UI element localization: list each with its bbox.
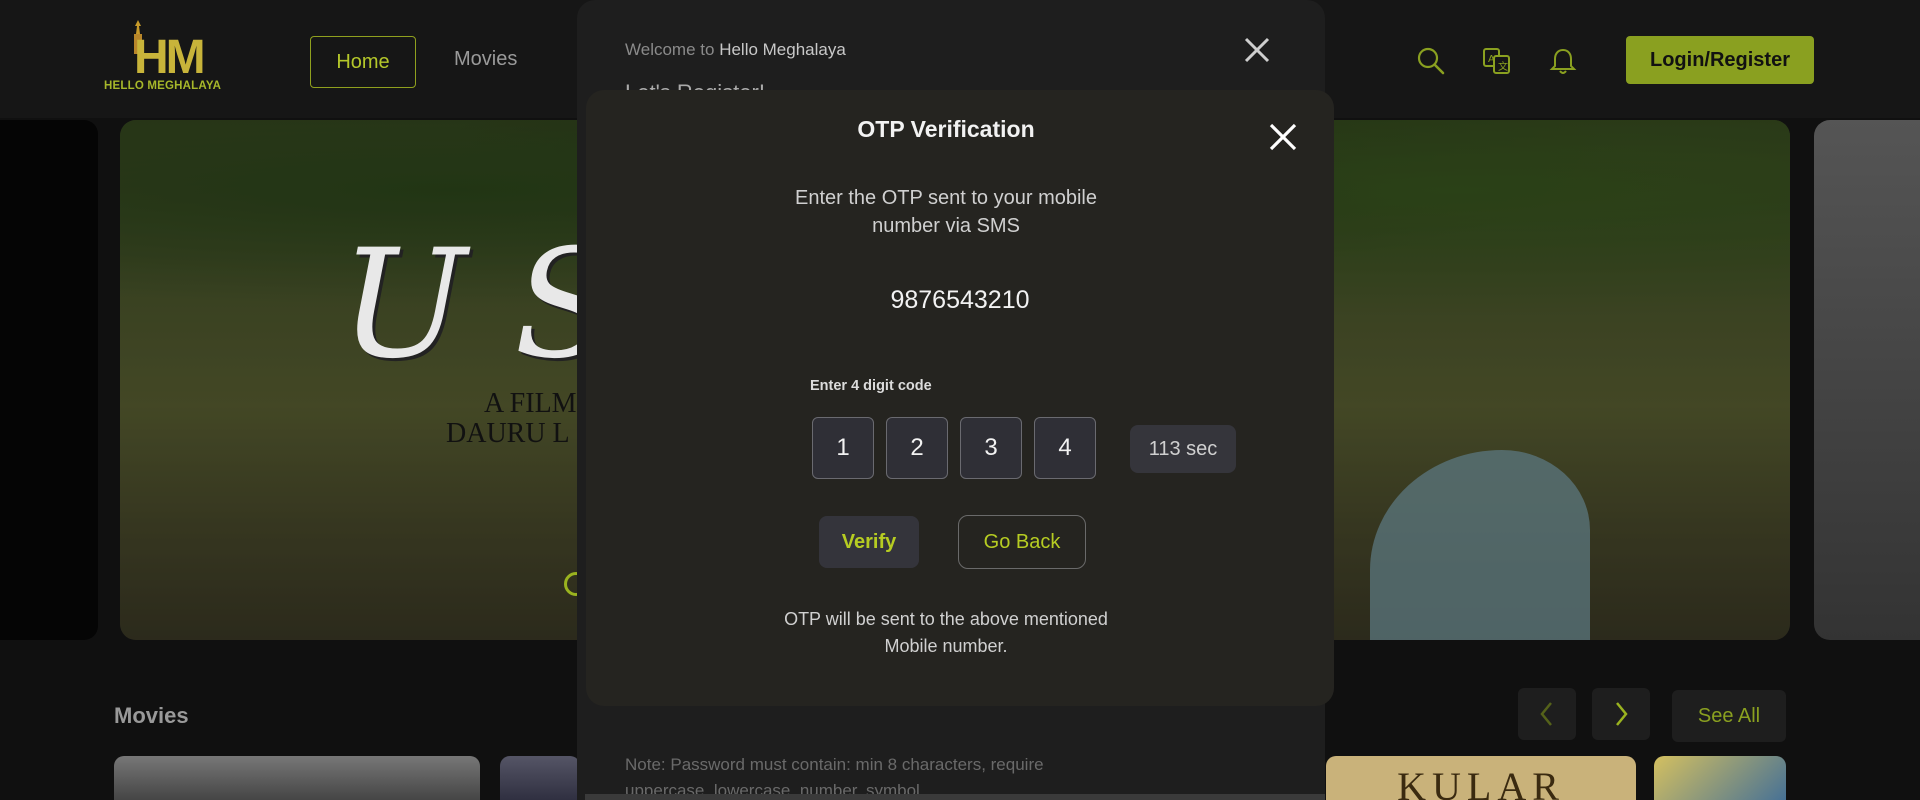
register-scrollbar[interactable]: [585, 794, 1325, 800]
otp-verification-modal: OTP Verification Enter the OTP sent to y…: [586, 90, 1334, 706]
next-slide[interactable]: [1814, 120, 1920, 640]
otp-description: Enter the OTP sent to your mobile number…: [794, 187, 1097, 237]
password-note: Note: Password must contain: min 8 chara…: [625, 755, 1044, 800]
search-icon[interactable]: [1416, 46, 1446, 76]
chevron-left-icon: [1540, 702, 1552, 726]
otp-countdown-timer: 113 sec: [1130, 425, 1236, 473]
otp-digit-input-1[interactable]: 1: [812, 417, 874, 479]
verify-button[interactable]: Verify: [819, 516, 919, 568]
movie-thumbnail[interactable]: [114, 756, 480, 800]
movie-thumbnail[interactable]: [1654, 756, 1786, 800]
previous-slide[interactable]: [0, 120, 98, 640]
otp-code-label: Enter 4 digit code: [810, 378, 932, 394]
carousel-prev-button[interactable]: [1518, 688, 1576, 740]
nav-home[interactable]: Home: [310, 36, 416, 88]
hero-subtitle-line2: DAURU L: [446, 418, 570, 449]
movie-thumbnail[interactable]: KULAR: [1326, 756, 1636, 800]
movie-thumbnail[interactable]: [500, 756, 580, 800]
logo-text: HELLO MEGHALAYA: [104, 80, 222, 92]
otp-footer-note: OTP will be sent to the above mentioned …: [784, 609, 1108, 656]
otp-digit-input-2[interactable]: 2: [886, 417, 948, 479]
hero-title: U S: [340, 218, 617, 392]
close-icon[interactable]: [1237, 30, 1277, 70]
chevron-right-icon: [1616, 702, 1628, 726]
nav-movies[interactable]: Movies: [454, 48, 517, 71]
hero-subtitle-line1: A FILM: [484, 388, 577, 419]
see-all-button[interactable]: See All: [1672, 690, 1786, 742]
otp-digit-input-4[interactable]: 4: [1034, 417, 1096, 479]
svg-text:A: A: [1488, 54, 1495, 65]
register-welcome: Welcome to Hello Meghalaya: [625, 40, 846, 59]
go-back-button[interactable]: Go Back: [958, 515, 1086, 569]
brand-name: Hello Meghalaya: [719, 40, 846, 59]
svg-text:文: 文: [1498, 60, 1508, 73]
close-icon[interactable]: [1266, 120, 1300, 154]
logo-initials: HM: [134, 31, 206, 84]
otp-digit-input-3[interactable]: 3: [960, 417, 1022, 479]
hello-meghalaya-logo[interactable]: HM HELLO MEGHALAYA: [104, 20, 274, 92]
thumbnail-title: KULAR: [1397, 763, 1565, 800]
login-register-button[interactable]: Login/Register: [1626, 36, 1814, 84]
movies-section-title: Movies: [114, 703, 189, 728]
bell-icon[interactable]: [1548, 46, 1578, 76]
translate-icon[interactable]: A 文: [1482, 46, 1512, 76]
otp-phone-number: 9876543210: [890, 286, 1030, 314]
carousel-next-button[interactable]: [1592, 688, 1650, 740]
otp-title: OTP Verification: [857, 116, 1035, 142]
